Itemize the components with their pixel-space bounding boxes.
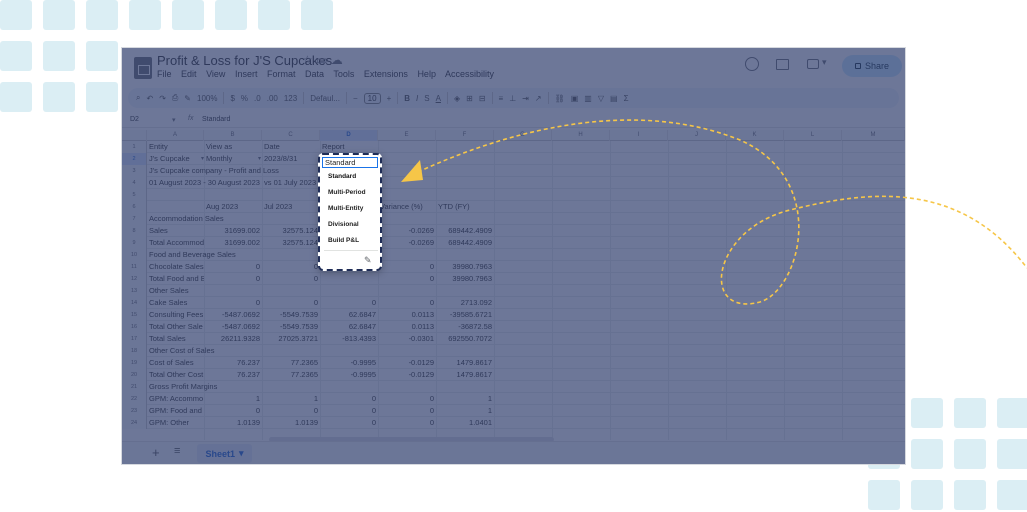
dashed-arrow-path bbox=[417, 119, 1027, 305]
screenshot-stage: Profit & Loss for J'S Cupcakes ☆ ▭ ☁ Fil… bbox=[0, 0, 1027, 512]
arrow-head-icon bbox=[401, 160, 423, 182]
dashed-arrow-graphic bbox=[401, 119, 1027, 305]
